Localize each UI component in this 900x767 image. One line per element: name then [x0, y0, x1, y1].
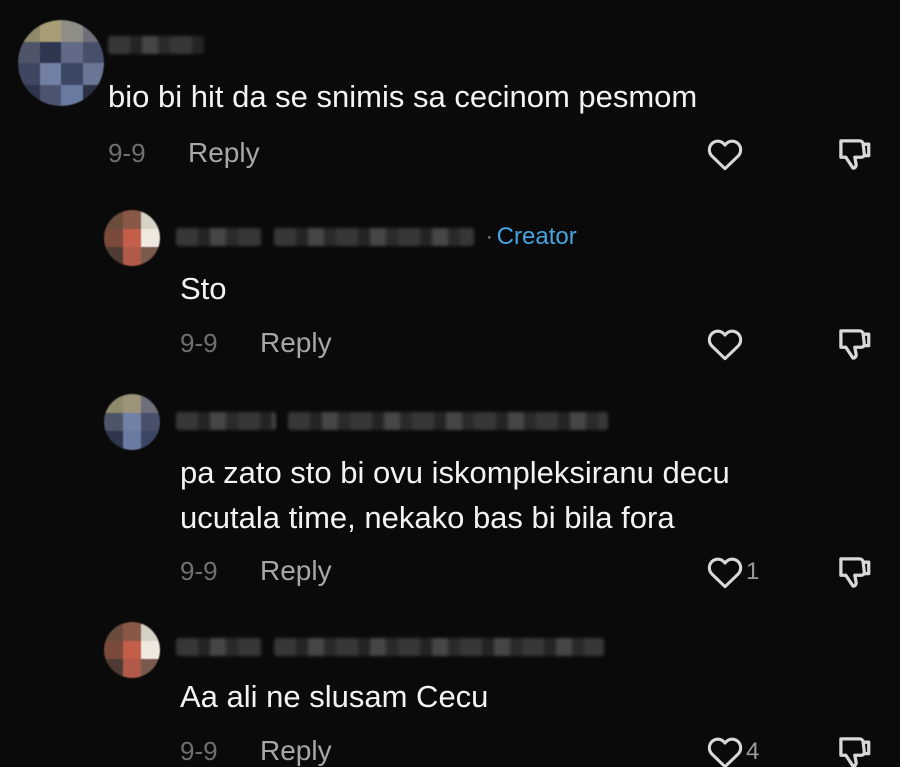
dislike-button[interactable]: [834, 136, 874, 172]
thumbs-down-icon: [839, 139, 871, 170]
comment-date: 9-9: [180, 327, 218, 358]
dislike-button[interactable]: [834, 734, 874, 767]
reply-button[interactable]: Reply: [260, 735, 332, 767]
avatar[interactable]: [104, 394, 160, 450]
comment-text: Aa ali ne slusam Cecu: [180, 679, 489, 714]
username-redacted: [176, 228, 262, 246]
avatar[interactable]: [104, 210, 160, 266]
reply-button[interactable]: Reply: [260, 327, 332, 359]
dislike-button[interactable]: [834, 554, 874, 590]
heart-icon: [707, 139, 743, 171]
like-count: 1: [746, 558, 760, 585]
username-redacted: [274, 638, 604, 656]
comment-meta: 9-9 Reply: [180, 735, 332, 767]
comment-username[interactable]: [176, 410, 608, 432]
comment-item: Aa ali ne slusam Cecu 9-9 Reply 4: [0, 612, 900, 767]
heart-icon: [707, 557, 743, 589]
creator-badge: Creator: [496, 223, 577, 250]
comment-item: bio bi hit da se snimis sa cecinom pesmo…: [0, 0, 900, 190]
like-button[interactable]: [706, 326, 746, 362]
thumbs-down-icon: [839, 557, 871, 588]
comment-item: · Creator Sto 9-9 Reply: [0, 200, 900, 390]
username-redacted: [288, 412, 608, 430]
comment-meta: 9-9 Reply: [180, 327, 332, 359]
comment-text: Sto: [180, 271, 227, 306]
username-redacted: [274, 228, 474, 246]
comment-text: pa zato sto bi ovu iskompleksiranu decu …: [180, 455, 730, 535]
avatar[interactable]: [18, 20, 104, 106]
dislike-button[interactable]: [834, 326, 874, 362]
username-redacted: [176, 638, 262, 656]
heart-icon: [707, 329, 743, 361]
comment-username[interactable]: [176, 636, 604, 658]
comment-date: 9-9: [108, 137, 146, 168]
separator-dot: ·: [486, 225, 493, 248]
comment-text: bio bi hit da se snimis sa cecinom pesmo…: [108, 79, 698, 114]
heart-icon: [707, 737, 743, 767]
comment-username[interactable]: [108, 34, 204, 56]
reply-button[interactable]: Reply: [260, 555, 332, 587]
comment-meta: 9-9 Reply: [180, 555, 332, 587]
comment-date: 9-9: [180, 555, 218, 586]
username-redacted: [176, 412, 276, 430]
comment-date: 9-9: [180, 735, 218, 766]
thumbs-down-icon: [839, 737, 871, 767]
username-redacted: [108, 36, 204, 54]
like-button[interactable]: [706, 136, 746, 172]
reply-button[interactable]: Reply: [188, 137, 260, 169]
like-count: 4: [746, 738, 760, 765]
thumbs-down-icon: [839, 329, 871, 360]
like-button[interactable]: 4: [706, 734, 759, 767]
avatar[interactable]: [104, 622, 160, 678]
comment-item: pa zato sto bi ovu iskompleksiranu decu …: [0, 388, 900, 598]
comment-username[interactable]: · Creator: [176, 223, 577, 250]
comment-meta: 9-9 Reply: [108, 137, 260, 169]
like-button[interactable]: 1: [706, 554, 759, 590]
